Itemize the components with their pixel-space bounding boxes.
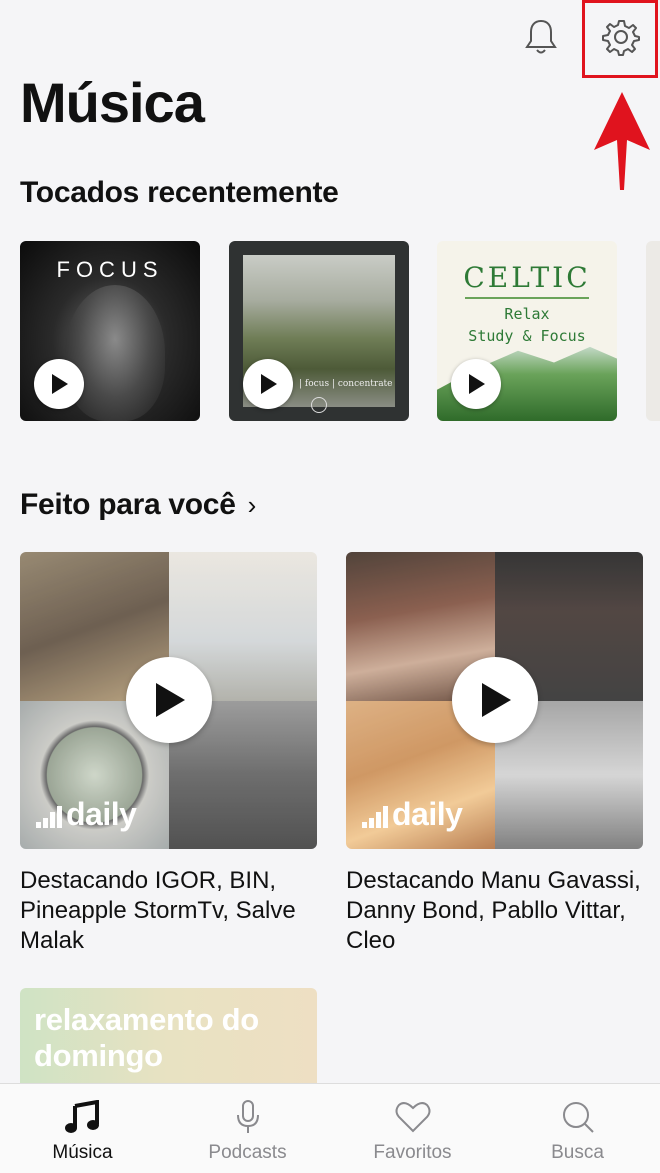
tab-label: Favoritos [373, 1142, 452, 1163]
artwork-caption: | focus | concentrate [299, 379, 393, 389]
artwork-subtitle-1: Relax [504, 305, 550, 323]
tab-music[interactable]: Música [0, 1084, 165, 1173]
daily-mix-card[interactable]: daily [346, 552, 643, 849]
microphone-icon [236, 1100, 259, 1133]
mix-description[interactable]: Destacando IGOR, BIN, Pineapple StormTv,… [20, 866, 320, 956]
play-button[interactable] [452, 657, 538, 743]
daily-label: daily [66, 796, 137, 832]
recent-item-concentrate[interactable]: | focus | concentrate [229, 241, 409, 421]
play-button[interactable] [451, 359, 501, 409]
bottom-tab-bar: Música Podcasts Favoritos Busca [0, 1083, 660, 1173]
made-for-you-header[interactable]: Feito para você › [20, 488, 256, 522]
playlist-card-relax[interactable]: relaxamento do domingo [20, 988, 317, 1088]
artwork-divider [465, 297, 589, 299]
artwork-logo-icon [311, 397, 327, 413]
play-icon [261, 374, 277, 394]
notifications-button[interactable] [518, 14, 564, 60]
recently-played-title: Tocados recentemente [20, 176, 339, 209]
tab-label: Podcasts [208, 1142, 287, 1163]
play-button[interactable] [34, 359, 84, 409]
arrow-up-icon [594, 92, 650, 190]
play-icon [156, 683, 185, 717]
recent-item-partial[interactable] [646, 241, 660, 421]
artwork-face [65, 285, 165, 421]
music-note-icon [64, 1100, 99, 1133]
play-icon [52, 374, 68, 394]
equalizer-icon [362, 806, 388, 828]
recent-item-focus[interactable]: FOCUS [20, 241, 200, 421]
play-icon [482, 683, 511, 717]
daily-badge: daily [36, 796, 137, 833]
daily-label: daily [392, 796, 463, 832]
tab-search[interactable]: Busca [495, 1084, 660, 1173]
equalizer-icon [36, 806, 62, 828]
tab-podcasts[interactable]: Podcasts [165, 1084, 330, 1173]
bell-icon [525, 19, 557, 54]
artwork-title: FOCUS [56, 257, 164, 282]
heart-icon [395, 1102, 430, 1133]
recent-item-celtic[interactable]: CELTIC Relax Study & Focus [437, 241, 617, 421]
daily-mix-card[interactable]: daily [20, 552, 317, 849]
tab-label: Busca [551, 1142, 604, 1163]
artwork-subtitle-2: Study & Focus [468, 327, 586, 345]
made-for-you-title: Feito para você [20, 488, 236, 521]
settings-highlight-box [582, 0, 658, 78]
page-title: Música [20, 71, 205, 134]
play-button[interactable] [243, 359, 293, 409]
daily-badge: daily [362, 796, 463, 833]
mix-description[interactable]: Destacando Manu Gavassi, Danny Bond, Pab… [346, 866, 646, 956]
search-icon [562, 1102, 594, 1133]
play-button[interactable] [126, 657, 212, 743]
artwork-title: CELTIC [463, 261, 591, 294]
tab-favorites[interactable]: Favoritos [330, 1084, 495, 1173]
playlist-card-title: relaxamento do domingo [34, 1002, 259, 1073]
play-icon [469, 374, 485, 394]
chevron-right-icon: › [247, 489, 257, 520]
tab-label: Música [52, 1142, 113, 1163]
